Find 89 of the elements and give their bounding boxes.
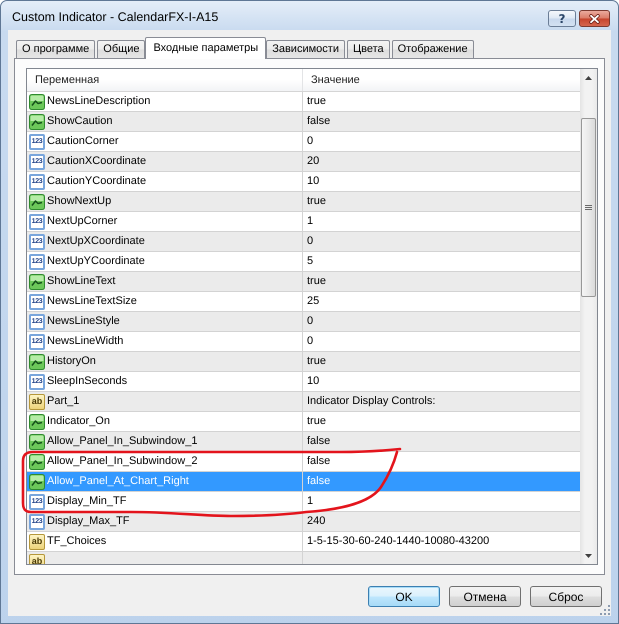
parameter-value: 0 bbox=[307, 235, 314, 248]
tab[interactable]: Общие bbox=[97, 40, 146, 58]
tab[interactable]: Входные параметры bbox=[145, 37, 266, 59]
parameter-value: 10 bbox=[307, 175, 320, 188]
parameter-value: 0 bbox=[307, 135, 314, 148]
parameter-name: CautionXCoordinate bbox=[47, 155, 146, 168]
parameter-name: NextUpXCoordinate bbox=[47, 235, 145, 248]
parameter-value: 1-5-15-30-60-240-1440-10080-43200 bbox=[307, 535, 490, 548]
parameter-name: ShowLineText bbox=[47, 275, 116, 288]
tab[interactable]: Зависимости bbox=[266, 40, 345, 58]
parameter-name: ShowCaution bbox=[47, 115, 112, 128]
close-icon bbox=[589, 14, 600, 24]
parameter-name: ShowNextUp bbox=[47, 195, 112, 208]
line-chart-icon bbox=[29, 94, 45, 110]
down-arrow-icon bbox=[585, 554, 592, 558]
parameter-name: Allow_Panel_At_Chart_Right bbox=[47, 475, 189, 488]
tab[interactable]: Отображение bbox=[392, 40, 474, 58]
parameter-name: Indicator_On bbox=[47, 415, 110, 428]
parameter-value: 20 bbox=[307, 155, 320, 168]
parameter-value: true bbox=[307, 195, 326, 208]
parameter-row[interactable]: NewsLineDescription true bbox=[27, 92, 580, 112]
parameter-name: HistoryOn bbox=[47, 355, 96, 368]
parameter-row[interactable]: ShowLineText true bbox=[27, 272, 580, 292]
column-header[interactable]: Значение bbox=[303, 69, 580, 91]
parameter-row[interactable]: HistoryOn true bbox=[27, 352, 580, 372]
parameter-name: TF_Choices bbox=[47, 535, 106, 548]
parameter-name: SleepInSeconds bbox=[47, 375, 128, 388]
close-button[interactable] bbox=[579, 10, 610, 27]
parameter-name: Display_Min_TF bbox=[47, 495, 126, 508]
parameter-name: Part_1 bbox=[47, 395, 80, 408]
line-chart-icon bbox=[29, 354, 45, 370]
resize-grip-icon[interactable] bbox=[600, 605, 610, 615]
line-chart-icon bbox=[29, 434, 45, 450]
column-header[interactable]: Переменная bbox=[27, 69, 303, 91]
parameter-value: 1 bbox=[307, 215, 314, 228]
line-chart-icon bbox=[29, 474, 45, 490]
tab[interactable]: О программе bbox=[16, 40, 96, 58]
line-chart-icon bbox=[29, 194, 45, 210]
parameter-name: CautionYCoordinate bbox=[47, 175, 146, 188]
parameter-name: CautionCorner bbox=[47, 135, 119, 148]
text-type-badge: ab bbox=[29, 394, 45, 410]
parameter-value: true bbox=[307, 355, 326, 368]
parameter-name: NewsLineWidth bbox=[47, 335, 124, 348]
parameter-value: false bbox=[307, 435, 330, 448]
parameter-value: false bbox=[307, 475, 330, 488]
grip-icon bbox=[585, 205, 592, 210]
parameter-name: NewsLineStyle bbox=[47, 315, 120, 328]
parameter-row[interactable]: ShowNextUp true bbox=[27, 192, 580, 212]
parameter-name: NextUpCorner bbox=[47, 215, 118, 228]
parameter-name: Allow_Panel_In_Subwindow_1 bbox=[47, 435, 198, 448]
text-type-badge: ab bbox=[29, 534, 45, 550]
parameter-value: 240 bbox=[307, 515, 326, 528]
tab[interactable]: Цвета bbox=[346, 40, 390, 58]
dialog-button[interactable]: Сброс bbox=[530, 586, 602, 607]
parameter-row[interactable]: ab TF_Choices 1-5-15-30-60-240-1440-10080-43200 bbox=[27, 532, 580, 552]
dialog-button[interactable]: OK bbox=[368, 586, 440, 607]
parameter-row[interactable]: ab bbox=[27, 552, 580, 564]
line-chart-icon bbox=[29, 274, 45, 290]
parameter-value: 25 bbox=[307, 295, 320, 308]
line-chart-icon bbox=[29, 114, 45, 130]
parameter-name: NewsLineDescription bbox=[47, 95, 150, 108]
dialog-button[interactable]: Отмена bbox=[449, 586, 521, 607]
parameter-row[interactable]: Allow_Panel_In_Subwindow_1 false bbox=[27, 432, 580, 452]
parameter-value: true bbox=[307, 415, 326, 428]
parameter-value: 0 bbox=[307, 315, 314, 328]
parameter-value: 10 bbox=[307, 375, 320, 388]
parameter-value: 5 bbox=[307, 255, 314, 268]
line-chart-icon bbox=[29, 454, 45, 470]
parameter-value: 0 bbox=[307, 335, 314, 348]
line-chart-icon bbox=[29, 414, 45, 430]
parameter-row[interactable]: Allow_Panel_In_Subwindow_2 false bbox=[27, 452, 580, 472]
parameter-value: 1 bbox=[307, 495, 314, 508]
parameter-value: Indicator Display Controls: bbox=[307, 395, 436, 408]
parameter-row[interactable]: Indicator_On true bbox=[27, 412, 580, 432]
help-button[interactable]: ? bbox=[548, 10, 576, 27]
parameter-name: Display_Max_TF bbox=[47, 515, 130, 528]
parameter-name: Allow_Panel_In_Subwindow_2 bbox=[47, 455, 198, 468]
parameter-value: false bbox=[307, 455, 330, 468]
parameter-row[interactable]: ShowCaution false bbox=[27, 112, 580, 132]
parameter-name: NextUpYCoordinate bbox=[47, 255, 145, 268]
parameter-value: false bbox=[307, 115, 330, 128]
parameter-value: true bbox=[307, 275, 326, 288]
parameter-row[interactable]: ab Part_1 Indicator Display Controls: bbox=[27, 392, 580, 412]
text-type-badge: ab bbox=[29, 554, 45, 564]
scrollbar-thumb[interactable] bbox=[581, 118, 596, 297]
parameter-value: true bbox=[307, 95, 326, 108]
window-title: Custom Indicator - CalendarFX-I-A15 bbox=[12, 10, 220, 24]
parameter-name: NewsLineTextSize bbox=[47, 295, 137, 308]
up-arrow-icon bbox=[585, 76, 592, 80]
